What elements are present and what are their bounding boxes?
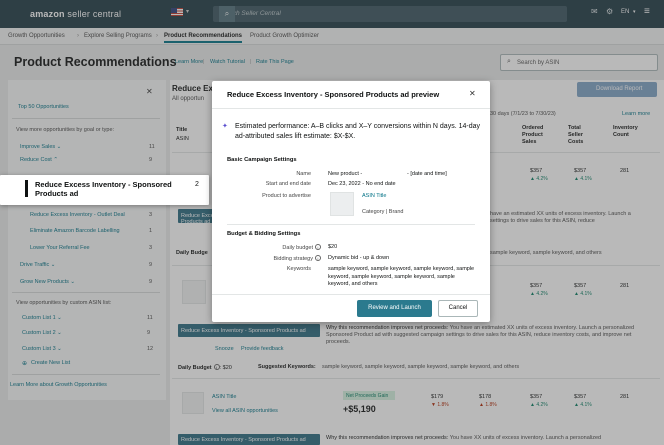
name-label: Name <box>296 171 311 177</box>
campaign-name-suffix: - [date and time] <box>407 171 447 177</box>
highlighted-filter-count: 2 <box>195 181 199 188</box>
sparkle-icon: ✦ <box>222 123 228 130</box>
budget-settings-heading: Budget & Bidding Settings <box>227 231 301 237</box>
start-end-date-label: Start and end date <box>265 181 311 187</box>
modal-title: Reduce Excess Inventory - Sponsored Prod… <box>227 90 440 99</box>
divider <box>227 224 475 225</box>
selected-indicator <box>25 180 28 197</box>
category-brand: Category | Brand <box>362 209 404 215</box>
product-image <box>330 192 354 216</box>
campaign-name: New product - <box>328 171 363 177</box>
start-end-date: Dec 23, 2022 - No end date <box>328 181 396 187</box>
bidding-strategy-value: Dynamic bid - up & down <box>328 255 390 261</box>
daily-budget-label: Daily budget i <box>211 244 321 251</box>
keywords-value: sample keyword, sample keyword, sample k… <box>328 266 475 287</box>
modal-footer-divider <box>212 294 490 295</box>
info-icon: i <box>315 244 321 250</box>
asin-title-link[interactable]: ASIN Title <box>362 193 386 199</box>
product-label: Product to advertise <box>262 193 311 199</box>
info-icon: i <box>315 255 321 261</box>
daily-budget-value: $20 <box>328 244 338 250</box>
keywords-label: Keywords <box>286 266 311 272</box>
cancel-button[interactable]: Cancel <box>438 300 478 317</box>
review-and-launch-button[interactable]: Review and Launch <box>357 300 432 317</box>
basic-settings-heading: Basic Campaign Settings <box>227 157 297 163</box>
bidding-strategy-label: Bidding strategy i <box>211 255 321 262</box>
estimated-performance: Estimated performance: A–B clicks and X–… <box>235 123 480 140</box>
highlighted-filter-label: Reduce Excess Inventory - Sponsored Prod… <box>35 180 172 198</box>
close-icon[interactable]: ✕ <box>469 89 476 98</box>
